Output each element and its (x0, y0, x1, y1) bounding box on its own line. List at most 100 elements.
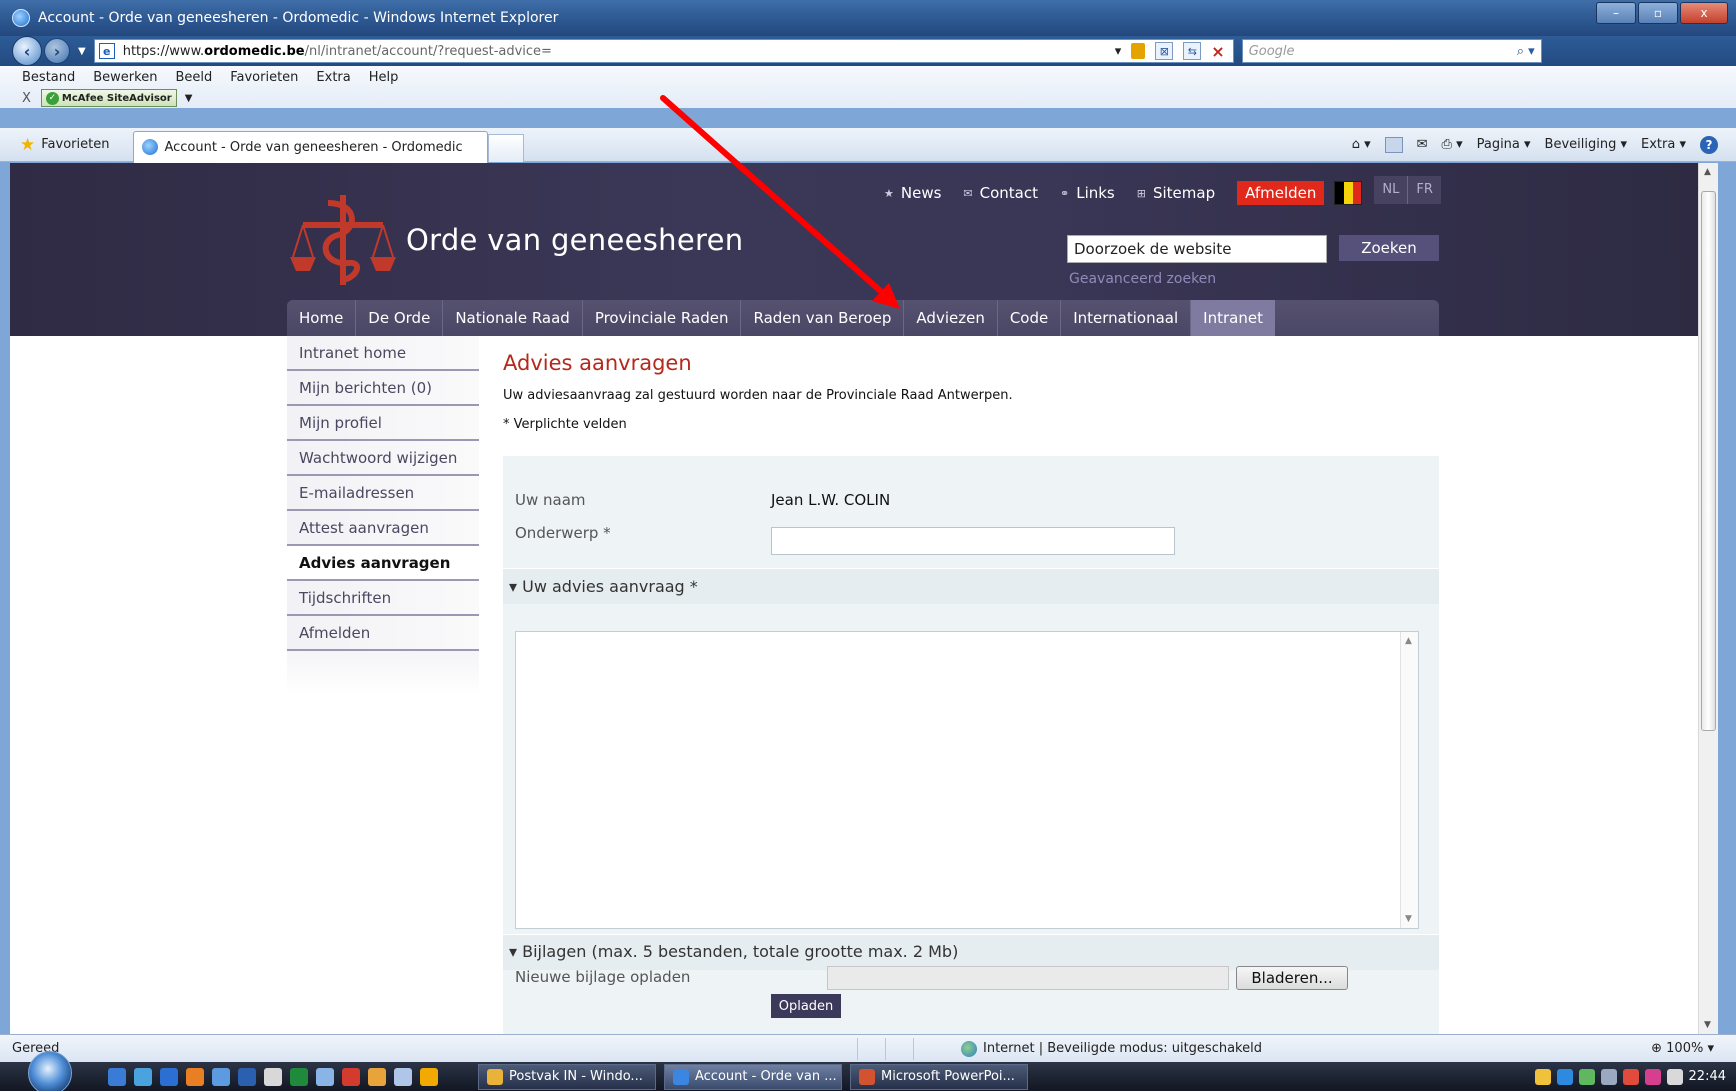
tray-icon[interactable] (1556, 1068, 1573, 1085)
advice-textarea[interactable]: ▲ ▼ (515, 631, 1419, 929)
url-dropdown-icon[interactable]: ▾ (1115, 44, 1122, 59)
cmd-beveiliging[interactable]: Beveiliging ▾ (1545, 137, 1627, 152)
explorer-icon[interactable] (134, 1067, 152, 1086)
firefox-icon[interactable] (186, 1067, 204, 1086)
top-link-news[interactable]: ★ News (884, 184, 941, 202)
menu-beeld[interactable]: Beeld (175, 70, 212, 85)
attachments-section-title[interactable]: ▾ Bijlagen (max. 5 bestanden, totale gro… (509, 942, 958, 961)
url-field[interactable]: e https://www.ordomedic.be/nl/intranet/a… (93, 39, 1234, 63)
media-icon[interactable] (342, 1067, 360, 1086)
page-scroll-down-icon[interactable]: ▼ (1704, 1020, 1711, 1030)
menu-help[interactable]: Help (369, 70, 399, 85)
clock[interactable]: 22:44 (1689, 1069, 1726, 1084)
page-scrollbar[interactable]: ▲ ▼ (1698, 163, 1718, 1034)
print-icon[interactable]: ⎙ ▾ (1442, 137, 1463, 152)
nav-code[interactable]: Code (998, 300, 1062, 336)
stop-icon[interactable]: × (1211, 42, 1224, 61)
sidebar-item-intranet-home[interactable]: Intranet home (287, 336, 479, 371)
advice-section-title[interactable]: ▾ Uw advies aanvraag * (509, 577, 698, 596)
folder-icon[interactable] (368, 1067, 386, 1086)
start-button[interactable] (28, 1050, 72, 1091)
close-toolbar-icon[interactable]: X (22, 91, 31, 106)
nav-raden-van-beroep[interactable]: Raden van Beroep (741, 300, 905, 336)
lang-nl[interactable]: NL (1374, 176, 1407, 204)
ie-icon[interactable] (160, 1067, 178, 1086)
back-button[interactable]: ‹ (12, 36, 42, 66)
menu-bestand[interactable]: Bestand (22, 70, 75, 85)
sidebar-item-afmelden[interactable]: Afmelden (287, 616, 479, 651)
search-icon[interactable]: ⌕ ▾ (1517, 44, 1535, 59)
close-window-button[interactable]: x (1680, 2, 1728, 24)
scroll-thumb[interactable] (1701, 191, 1716, 731)
security-zone[interactable]: Internet | Beveiligde modus: uitgeschake… (961, 1040, 1262, 1057)
lock-icon[interactable] (1131, 43, 1146, 59)
menu-favorieten[interactable]: Favorieten (230, 70, 298, 85)
nav-de-orde[interactable]: De Orde (356, 300, 444, 336)
tray-icon[interactable] (1578, 1068, 1595, 1085)
nav-nationale-raad[interactable]: Nationale Raad (443, 300, 583, 336)
nav-home[interactable]: Home (287, 300, 357, 336)
cmd-pagina[interactable]: Pagina ▾ (1477, 137, 1531, 152)
favorites-star-icon[interactable]: ★ (20, 135, 35, 155)
top-link-links[interactable]: ⚭ Links (1060, 184, 1115, 202)
nav-adviezen[interactable]: Adviezen (904, 300, 998, 336)
tool-icon[interactable] (264, 1067, 282, 1086)
sidebar-item-mijn-berichten[interactable]: Mijn berichten (0) (287, 371, 479, 406)
favorites-button[interactable]: Favorieten (41, 137, 109, 152)
forward-button[interactable]: › (44, 38, 70, 64)
nav-internationaal[interactable]: Internationaal (1061, 300, 1192, 336)
upload-button[interactable]: Opladen (771, 994, 841, 1018)
refresh-icon[interactable]: ⇆ (1183, 42, 1202, 60)
minimize-button[interactable]: – (1596, 2, 1636, 24)
mail-icon[interactable]: ✉ (1417, 137, 1428, 152)
powerpoint-icon[interactable] (420, 1067, 438, 1086)
tray-icon[interactable] (1600, 1068, 1617, 1085)
desktop-icon[interactable] (108, 1067, 126, 1086)
browse-button[interactable]: Bladeren... (1236, 966, 1348, 990)
tray-icon[interactable] (1644, 1068, 1661, 1085)
help-icon[interactable]: ? (1700, 135, 1718, 154)
maximize-button[interactable]: ▫ (1638, 2, 1678, 24)
addon-dropdown-icon[interactable]: ▼ (185, 93, 193, 104)
search-input[interactable]: Google ⌕ ▾ (1241, 39, 1542, 63)
menu-bewerken[interactable]: Bewerken (93, 70, 157, 85)
top-link-contact[interactable]: ✉ Contact (963, 184, 1038, 202)
taskbar-outlook[interactable]: Postvak IN - Windo... (478, 1063, 656, 1090)
word-icon[interactable] (238, 1067, 256, 1086)
textarea-scrollbar[interactable]: ▲ ▼ (1400, 632, 1418, 928)
home-icon[interactable]: ⌂ ▾ (1352, 137, 1371, 152)
tray-icon[interactable] (1622, 1068, 1639, 1085)
sidebar-item-tijdschriften[interactable]: Tijdschriften (287, 581, 479, 616)
nav-intranet[interactable]: Intranet (1191, 300, 1275, 336)
compatibility-icon[interactable]: ⊠ (1155, 42, 1174, 60)
sidebar-item-wachtwoord[interactable]: Wachtwoord wijzigen (287, 441, 479, 476)
top-link-sitemap[interactable]: ⊞ Sitemap (1137, 184, 1215, 202)
sidebar-item-advies[interactable]: Advies aanvragen (287, 546, 479, 581)
window-icon[interactable] (394, 1067, 412, 1086)
menu-extra[interactable]: Extra (316, 70, 350, 85)
tray-icon[interactable] (1534, 1068, 1551, 1085)
nav-provinciale-raden[interactable]: Provinciale Raden (583, 300, 742, 336)
feeds-icon[interactable] (1384, 136, 1403, 153)
app-icon[interactable] (316, 1067, 334, 1086)
mail-icon[interactable] (212, 1067, 230, 1086)
page-scroll-up-icon[interactable]: ▲ (1704, 167, 1711, 177)
logout-button[interactable]: Afmelden (1237, 181, 1325, 205)
sidebar-item-attest[interactable]: Attest aanvragen (287, 511, 479, 546)
site-search-button[interactable]: Zoeken (1339, 235, 1439, 261)
history-dropdown-icon[interactable]: ▼ (78, 46, 86, 57)
scroll-up-icon[interactable]: ▲ (1405, 636, 1412, 646)
sidebar-item-emailadressen[interactable]: E-mailadressen (287, 476, 479, 511)
cmd-extra[interactable]: Extra ▾ (1641, 137, 1686, 152)
advanced-search-link[interactable]: Geavanceerd zoeken (1069, 271, 1216, 287)
taskbar-ie[interactable]: Account - Orde van ... (664, 1063, 842, 1090)
lang-fr[interactable]: FR (1407, 176, 1441, 204)
browser-tab[interactable]: Account - Orde van geneesheren - Ordomed… (133, 130, 489, 163)
file-path-input[interactable] (827, 966, 1229, 990)
site-search-input[interactable]: Doorzoek de website (1067, 235, 1327, 263)
new-tab-button[interactable] (488, 133, 525, 162)
excel-icon[interactable] (290, 1067, 308, 1086)
mcafee-siteadvisor-button[interactable]: ✓ McAfee SiteAdvisor (40, 89, 177, 107)
scroll-down-icon[interactable]: ▼ (1405, 914, 1412, 924)
volume-icon[interactable] (1666, 1068, 1683, 1085)
